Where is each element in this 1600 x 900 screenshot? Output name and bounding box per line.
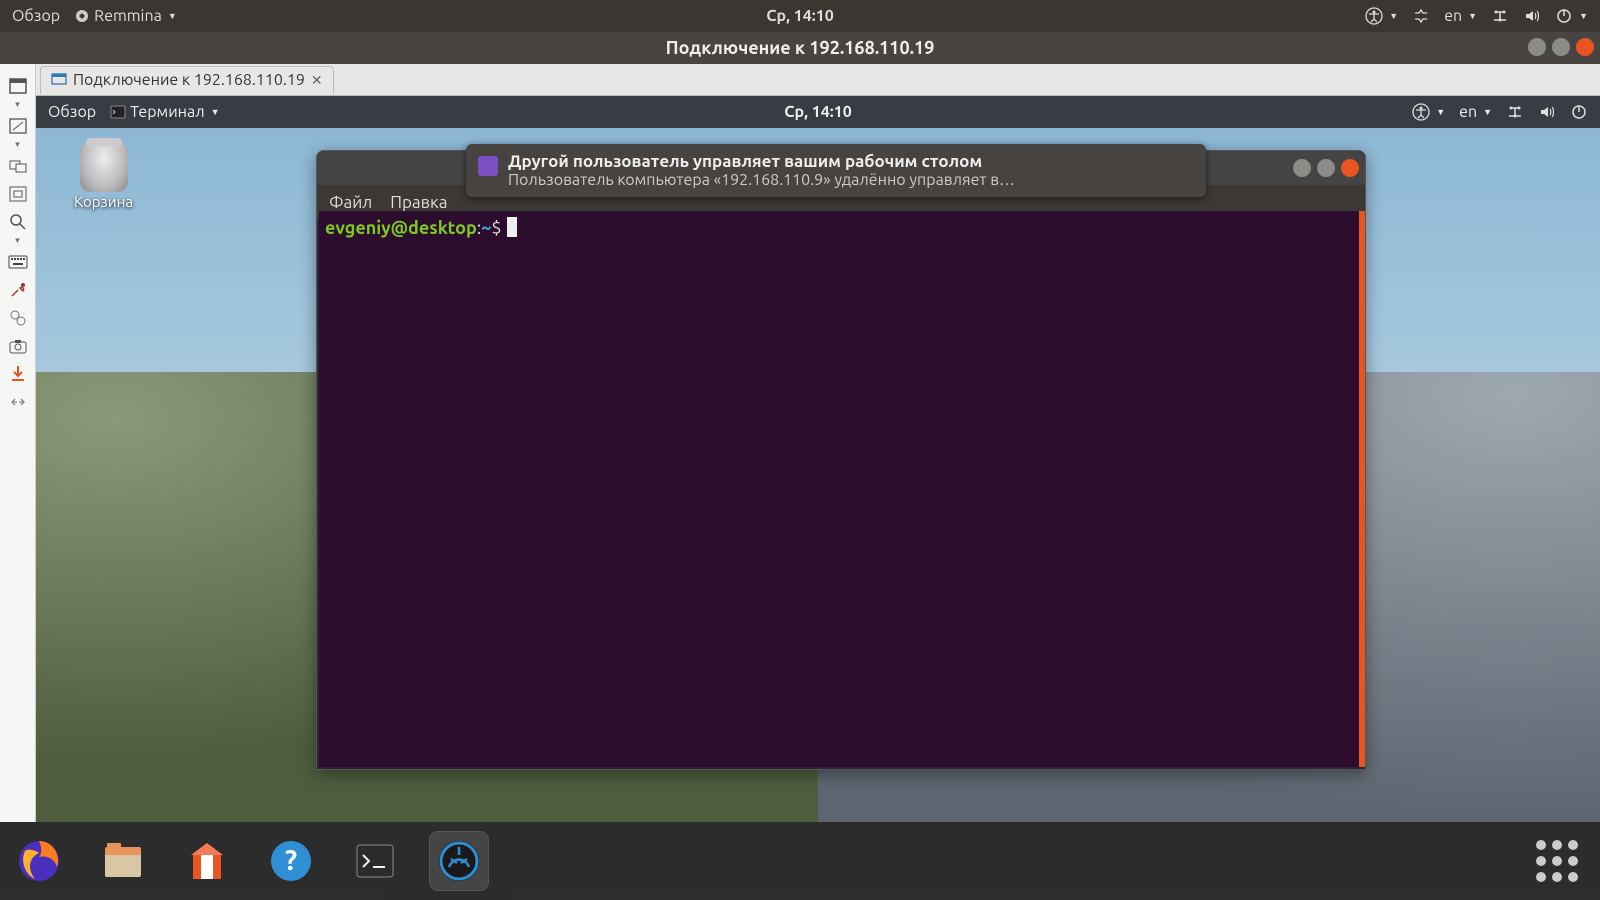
accessibility-icon [1412, 103, 1430, 121]
chevron-down-icon: ▼ [211, 107, 220, 117]
connection-tab[interactable]: Подключение к 192.168.110.19 ✕ [40, 66, 334, 94]
remote-input-source-menu[interactable]: en ▼ [1459, 103, 1492, 121]
remmina-tab-bar: Подключение к 192.168.110.19 ✕ [36, 64, 1600, 96]
connection-tab-label: Подключение к 192.168.110.19 [73, 71, 305, 89]
prompt-user: evgeniy [325, 218, 391, 238]
terminal-menu-icon [110, 105, 126, 119]
host-top-panel: Обзор Remmina ▼ Ср, 14:10 ▼ en ▼ ▼ [0, 0, 1600, 32]
prompt-host: desktop [408, 218, 477, 238]
toolbar-fullscreen-icon[interactable] [3, 72, 33, 100]
clock-label[interactable]: Ср, 14:10 [766, 7, 834, 25]
chevron-down-icon: ▼ [1483, 107, 1492, 117]
network-icon[interactable] [1491, 7, 1509, 25]
maximize-button[interactable] [1552, 38, 1570, 56]
prompt-at: @ [391, 218, 408, 238]
dock-remmina[interactable] [430, 832, 488, 890]
toolbar-keyboard-icon[interactable] [3, 248, 33, 276]
chevron-down-icon[interactable]: ▼ [14, 236, 22, 248]
app-menu-label: Remmina [94, 7, 162, 25]
power-icon [1555, 7, 1573, 25]
chevron-down-icon: ▼ [168, 11, 177, 21]
terminal-close-button[interactable] [1341, 159, 1359, 177]
host-dock: ? [0, 822, 1600, 900]
dock-terminal[interactable] [346, 832, 404, 890]
menu-edit[interactable]: Правка [390, 193, 447, 212]
trash-icon [80, 144, 128, 192]
close-button[interactable] [1576, 38, 1594, 56]
remote-app-menu-label: Терминал [130, 103, 204, 121]
terminal-scrollbar[interactable] [1359, 211, 1365, 767]
terminal-maximize-button[interactable] [1317, 159, 1335, 177]
remote-app-menu-button[interactable]: Терминал ▼ [110, 103, 219, 121]
remote-clock-label[interactable]: Ср, 14:10 [784, 103, 852, 121]
toolbar-scale-icon[interactable] [3, 112, 33, 140]
chevron-down-icon: ▼ [1579, 11, 1588, 21]
remmina-menu-icon [74, 8, 90, 24]
remmina-window-title: Подключение к 192.168.110.19 [666, 38, 935, 58]
app-menu-button[interactable]: Remmina ▼ [74, 7, 177, 25]
chevron-down-icon: ▼ [1389, 11, 1398, 21]
power-menu[interactable]: ▼ [1555, 7, 1588, 25]
chevron-down-icon[interactable]: ▼ [14, 100, 22, 112]
toolbar-switch-icon[interactable] [3, 152, 33, 180]
accessibility-menu[interactable]: ▼ [1365, 7, 1398, 25]
terminal-body[interactable]: evgeniy@desktop:~$ [319, 211, 1363, 767]
dock-firefox[interactable] [10, 832, 68, 890]
show-applications-button[interactable] [1536, 840, 1578, 882]
prompt-path: ~ [481, 218, 491, 238]
remote-top-panel: Обзор Терминал ▼ Ср, 14:10 ▼ en ▼ [36, 96, 1600, 128]
chevron-down-icon: ▼ [1468, 11, 1477, 21]
toolbar-preferences-icon[interactable] [3, 304, 33, 332]
svg-text:?: ? [285, 845, 297, 876]
remmina-window-titlebar: Подключение к 192.168.110.19 [0, 32, 1600, 64]
terminal-window: Файл Правка evgeniy@desktop:~$ [316, 150, 1366, 770]
dock-software[interactable] [178, 832, 236, 890]
dock-files[interactable] [94, 832, 152, 890]
menu-file[interactable]: Файл [329, 193, 372, 212]
power-icon[interactable] [1570, 103, 1588, 121]
input-source-label: en [1444, 7, 1462, 25]
toolbar-search-icon[interactable] [3, 208, 33, 236]
toolbar-screenshot-icon[interactable] [3, 332, 33, 360]
terminal-minimize-button[interactable] [1293, 159, 1311, 177]
terminal-cursor [507, 217, 517, 237]
vnc-icon [51, 73, 67, 87]
desktop-trash[interactable]: Корзина [74, 144, 133, 210]
remmina-toolbar: ▼ ▼ ▼ [0, 64, 36, 822]
toolbar-fit-icon[interactable] [3, 180, 33, 208]
accessibility-icon [1365, 7, 1383, 25]
tab-close-icon[interactable]: ✕ [311, 72, 323, 89]
toolbar-disconnect-icon[interactable] [3, 388, 33, 416]
network-icon[interactable] [1506, 103, 1524, 121]
notification-app-icon [478, 156, 498, 176]
trash-label: Корзина [74, 194, 133, 210]
notification-title: Другой пользователь управляет вашим рабо… [508, 152, 1194, 171]
notification-body: Пользователь компьютера «192.168.110.9» … [508, 171, 1194, 189]
activities-button[interactable]: Обзор [12, 7, 60, 25]
prompt-symbol: $ [491, 218, 501, 238]
chevron-down-icon: ▼ [1436, 107, 1445, 117]
remote-desktop-viewport: Обзор Терминал ▼ Ср, 14:10 ▼ en ▼ Корзин… [36, 96, 1600, 822]
tweaks-icon[interactable] [1412, 7, 1430, 25]
remote-activities-button[interactable]: Обзор [48, 103, 96, 121]
minimize-button[interactable] [1528, 38, 1546, 56]
input-source-menu[interactable]: en ▼ [1444, 7, 1477, 25]
dock-help[interactable]: ? [262, 832, 320, 890]
remote-accessibility-menu[interactable]: ▼ [1412, 103, 1445, 121]
remote-input-source-label: en [1459, 103, 1477, 121]
chevron-down-icon[interactable]: ▼ [14, 140, 22, 152]
toolbar-tools-icon[interactable] [3, 276, 33, 304]
volume-icon[interactable] [1538, 103, 1556, 121]
toolbar-download-icon[interactable] [3, 360, 33, 388]
volume-icon[interactable] [1523, 7, 1541, 25]
notification-popup[interactable]: Другой пользователь управляет вашим рабо… [466, 144, 1206, 197]
